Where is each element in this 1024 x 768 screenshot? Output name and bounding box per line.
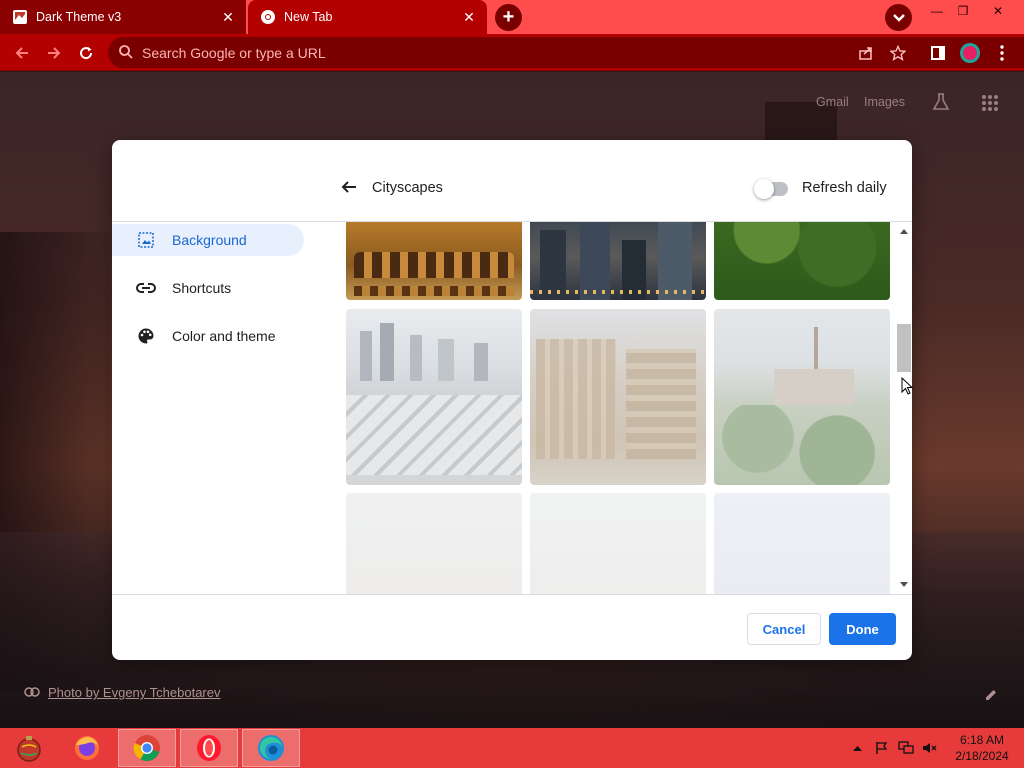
- menu-item-background[interactable]: Background: [112, 224, 304, 256]
- edge-icon[interactable]: [242, 729, 300, 767]
- images-link[interactable]: Images: [864, 95, 905, 109]
- more-menu-icon[interactable]: [990, 41, 1014, 65]
- omnibox-placeholder: Search Google or type a URL: [142, 45, 326, 61]
- grid-scrollbar[interactable]: [896, 222, 912, 594]
- restore-button[interactable]: ❐: [948, 0, 978, 22]
- gmail-link[interactable]: Gmail: [816, 95, 849, 109]
- menu-item-label: Background: [172, 232, 247, 248]
- browser-toolbar: Search Google or type a URL: [0, 34, 1024, 71]
- dialog-header: Cityscapes Refresh daily: [112, 140, 912, 222]
- image-tile-loading[interactable]: [530, 493, 706, 594]
- close-tab-icon[interactable]: ✕: [459, 7, 479, 27]
- link-icon: [136, 278, 156, 298]
- share-icon[interactable]: [854, 41, 878, 65]
- background-image-grid: [346, 222, 894, 594]
- close-window-button[interactable]: ✕: [980, 0, 1016, 22]
- image-tile-city-towers[interactable]: [530, 222, 706, 300]
- reload-icon[interactable]: [74, 41, 98, 65]
- menu-item-label: Color and theme: [172, 328, 276, 344]
- image-icon: [136, 230, 156, 250]
- back-arrow-icon[interactable]: [340, 178, 360, 198]
- scroll-up-arrow-icon[interactable]: [898, 226, 910, 236]
- ornament-app-icon[interactable]: [0, 729, 58, 767]
- firefox-icon[interactable]: [58, 729, 116, 767]
- tab-title: Dark Theme v3: [36, 10, 122, 24]
- palette-icon: [136, 326, 156, 346]
- menu-item-color-theme[interactable]: Color and theme: [112, 320, 304, 352]
- chevron-down-icon: [892, 13, 905, 22]
- forward-icon[interactable]: [42, 41, 66, 65]
- tab-title: New Tab: [284, 10, 333, 24]
- side-panel-icon[interactable]: [926, 41, 950, 65]
- show-hidden-icons-chevron-icon[interactable]: [850, 738, 864, 758]
- back-icon[interactable]: [10, 41, 34, 65]
- refresh-daily-toggle[interactable]: [754, 179, 788, 199]
- tab-new-tab[interactable]: New Tab ✕: [248, 0, 487, 34]
- dialog-footer: Cancel Done: [112, 594, 912, 660]
- labs-flask-icon[interactable]: [931, 92, 951, 117]
- profile-avatar-icon[interactable]: [958, 41, 982, 65]
- scrollbar-thumb[interactable]: [897, 324, 911, 372]
- image-tile-loading[interactable]: [346, 493, 522, 594]
- opera-icon[interactable]: [180, 729, 238, 767]
- scroll-down-arrow-icon[interactable]: [898, 580, 910, 590]
- collection-title: Cityscapes: [372, 180, 443, 196]
- search-icon: [119, 45, 133, 64]
- refresh-daily-label: Refresh daily: [802, 180, 887, 196]
- cancel-button[interactable]: Cancel: [747, 613, 821, 645]
- toggle-knob: [754, 179, 774, 199]
- dark-theme-favicon-icon: [12, 9, 28, 25]
- action-center-flag-icon[interactable]: [872, 738, 892, 758]
- image-tile-tallinn[interactable]: [714, 309, 890, 485]
- image-tile-old-town[interactable]: [530, 309, 706, 485]
- chrome-icon[interactable]: [118, 729, 176, 767]
- apps-grid-icon[interactable]: [981, 94, 999, 117]
- new-tab-button[interactable]: +: [495, 4, 522, 31]
- volume-muted-icon[interactable]: [920, 738, 940, 758]
- system-clock[interactable]: 6:18 AM 2/18/2024: [946, 732, 1018, 764]
- close-tab-icon[interactable]: ✕: [218, 7, 238, 27]
- customize-dialog: Cityscapes Refresh daily Background Shor…: [112, 140, 912, 660]
- photo-credit-text: Photo by Evgeny Tchebotarev: [48, 685, 221, 700]
- done-button[interactable]: Done: [829, 613, 896, 645]
- customize-pencil-icon[interactable]: [984, 688, 998, 707]
- image-tile-snowy-city[interactable]: [346, 309, 522, 485]
- tab-search-button[interactable]: [885, 4, 912, 31]
- tab-dark-theme[interactable]: Dark Theme v3 ✕: [0, 0, 246, 34]
- network-icon[interactable]: [896, 738, 916, 758]
- link-icon: [24, 685, 40, 700]
- menu-item-label: Shortcuts: [172, 280, 232, 296]
- taskbar: 6:18 AM 2/18/2024: [0, 728, 1024, 768]
- image-tile-loading[interactable]: [714, 493, 890, 594]
- menu-item-shortcuts[interactable]: Shortcuts: [112, 272, 304, 304]
- bookmark-star-icon[interactable]: [886, 41, 910, 65]
- clock-date: 2/18/2024: [955, 749, 1009, 763]
- clock-time: 6:18 AM: [959, 733, 1005, 747]
- tab-strip: Dark Theme v3 ✕ New Tab ✕ + — ❐ ✕: [0, 0, 1024, 34]
- image-tile-colosseum[interactable]: [346, 222, 522, 300]
- image-tile-forest[interactable]: [714, 222, 890, 300]
- chrome-favicon-icon: [260, 9, 276, 25]
- photo-credit-link[interactable]: Photo by Evgeny Tchebotarev: [24, 685, 221, 700]
- mouse-cursor-icon: [901, 376, 914, 400]
